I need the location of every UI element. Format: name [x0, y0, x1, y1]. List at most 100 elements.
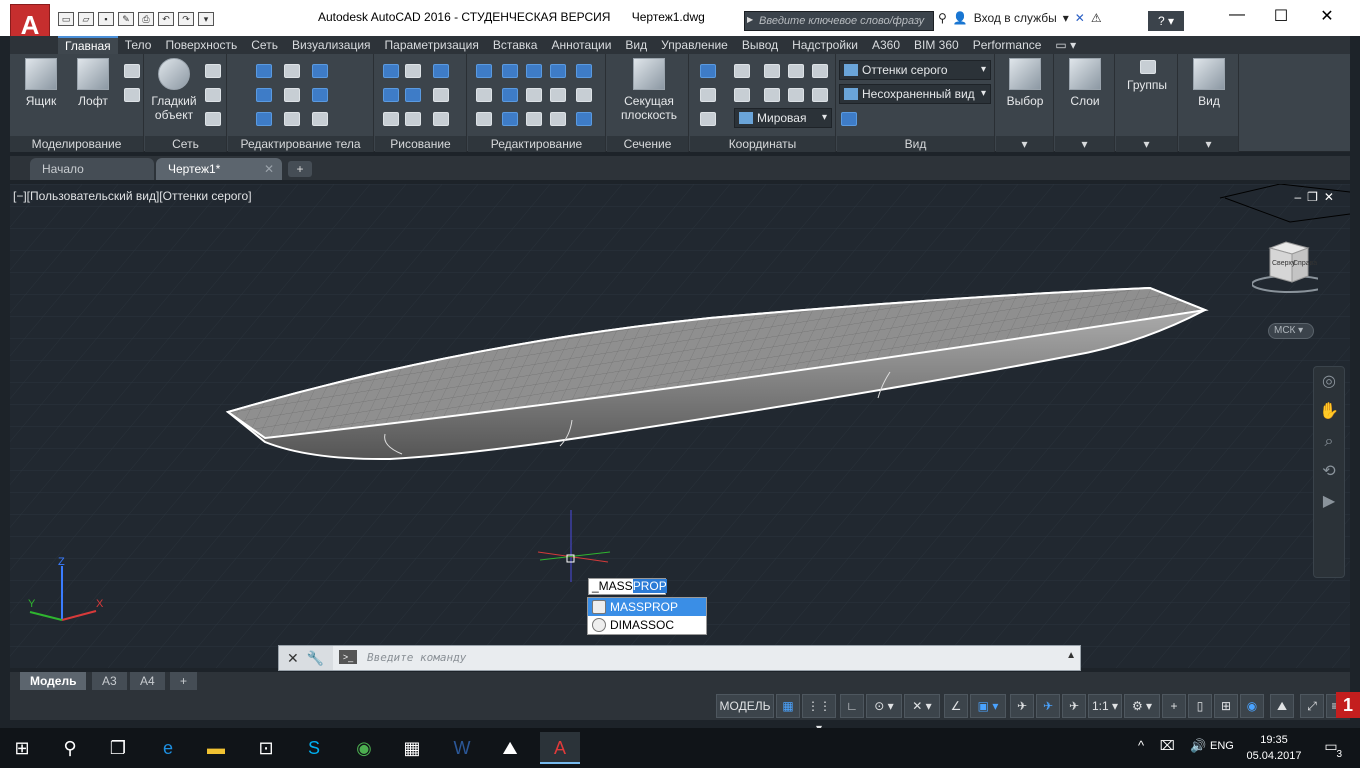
ucs-x-icon[interactable]	[788, 64, 804, 78]
viewcube-face-left[interactable]: Сверху	[1272, 260, 1295, 267]
binoculars-icon[interactable]: ⚲	[938, 11, 947, 25]
undo-icon[interactable]: ↶	[158, 12, 174, 26]
language-indicator[interactable]: ENG	[1210, 740, 1234, 752]
steering-wheel-icon[interactable]: ◎	[1314, 367, 1344, 397]
add-layout-button[interactable]: +	[170, 672, 198, 690]
line-icon[interactable]	[405, 88, 421, 102]
ucs-combo[interactable]: Мировая	[734, 108, 832, 128]
select-button[interactable]: Выбор	[998, 58, 1052, 108]
ucs-icon-toggle[interactable]	[700, 112, 716, 126]
chrome-icon[interactable]: ◉	[344, 732, 384, 764]
word-icon[interactable]: W	[442, 732, 482, 764]
fillet-icon[interactable]	[476, 88, 492, 102]
array-icon[interactable]	[576, 64, 592, 78]
pan-icon[interactable]: ✋	[1314, 397, 1344, 427]
move-icon[interactable]	[526, 64, 542, 78]
ribbon-minimize-icon[interactable]: ▭ ▾	[1048, 36, 1083, 54]
tab-manage[interactable]: Управление	[654, 36, 735, 54]
task-view-icon[interactable]: ❐	[98, 732, 138, 764]
qat-dropdown-icon[interactable]: ▾	[198, 12, 214, 26]
rotate3d-icon[interactable]	[502, 64, 518, 78]
view-dropdown-icon[interactable]: ▾	[1179, 136, 1238, 152]
clean-screen-icon[interactable]: ⤢	[1300, 694, 1324, 718]
thicken-icon[interactable]	[284, 112, 300, 126]
rotate-icon[interactable]	[526, 88, 542, 102]
quick-properties-icon[interactable]: ⊞	[1214, 694, 1238, 718]
ortho-toggle-icon[interactable]: ∟	[840, 694, 864, 718]
exchange-icon[interactable]: ✕	[1075, 11, 1085, 25]
ucs-icon[interactable]	[700, 64, 716, 78]
slice-icon[interactable]	[284, 88, 300, 102]
tab-layout-a4[interactable]: A4	[130, 672, 165, 690]
intersect-icon[interactable]	[256, 112, 272, 126]
model-space-button[interactable]: МОДЕЛЬ	[716, 694, 774, 718]
spline-icon[interactable]	[383, 88, 399, 102]
tab-bim360[interactable]: BIM 360	[907, 36, 966, 54]
isometric-icon[interactable]: ✕ ▾	[904, 694, 940, 718]
new-tab-button[interactable]: +	[288, 161, 312, 177]
viewport-label[interactable]: [−][Пользовательский вид][Оттенки серого…	[13, 189, 252, 203]
panel-coordinates-label[interactable]: Координаты	[690, 136, 835, 152]
new-file-icon[interactable]: ▭	[58, 12, 74, 26]
ucs-face-icon[interactable]	[812, 88, 828, 102]
union-icon[interactable]	[256, 64, 272, 78]
helix-icon[interactable]	[405, 64, 421, 78]
autocomplete-item-massprop[interactable]: MASSPROP	[588, 598, 706, 616]
scale-dropdown[interactable]: 1:1 ▾	[1088, 694, 1122, 718]
workspace-gear-icon[interactable]: ⚙ ▾	[1124, 694, 1160, 718]
tab-mesh[interactable]: Сеть	[244, 36, 285, 54]
view-button[interactable]: Вид	[1182, 58, 1236, 108]
panel-modeling-label[interactable]: Моделирование	[10, 136, 143, 152]
help-button[interactable]: ? ▾	[1148, 11, 1184, 31]
scale-icon[interactable]	[502, 112, 518, 126]
redo-icon[interactable]: ↷	[178, 12, 194, 26]
annotation-scale-icon[interactable]: ✈	[1062, 694, 1086, 718]
arc-icon[interactable]	[433, 64, 449, 78]
search-input[interactable]: Введите ключевое слово/фразу	[744, 11, 934, 31]
smooth-object-button[interactable]: Гладкий объект	[147, 58, 201, 122]
minimize-button[interactable]: —	[1222, 6, 1252, 24]
ucs-view-icon[interactable]	[764, 88, 780, 102]
hardware-acceleration-icon[interactable]: ⛰	[1270, 694, 1294, 718]
groups-button[interactable]: Группы	[1120, 78, 1174, 92]
annotation-monitor-icon[interactable]: +	[1162, 694, 1186, 718]
tab-addins[interactable]: Надстройки	[785, 36, 865, 54]
tab-home[interactable]: Главная	[58, 36, 118, 54]
ucs-previous-icon[interactable]	[734, 88, 750, 102]
extract-edges-icon[interactable]	[284, 64, 300, 78]
tab-output[interactable]: Вывод	[735, 36, 785, 54]
signin-dropdown-icon[interactable]: ▾	[1063, 11, 1069, 25]
tab-performance[interactable]: Performance	[966, 36, 1049, 54]
calculator-icon[interactable]: ▦	[392, 732, 432, 764]
close-button[interactable]: ✕	[1312, 6, 1342, 26]
open-file-icon[interactable]: ▱	[78, 12, 94, 26]
separate-icon[interactable]	[312, 88, 328, 102]
units-icon[interactable]: ▯	[1188, 694, 1212, 718]
mesh-smooth-more-icon[interactable]	[205, 64, 221, 78]
drawing-viewport[interactable]: [−][Пользовательский вид][Оттенки серого…	[10, 184, 1350, 668]
groups-dropdown-icon[interactable]: ▾	[1116, 136, 1177, 152]
polygon-icon[interactable]	[383, 112, 399, 126]
photos-icon[interactable]: ⛰	[490, 732, 530, 764]
erase-icon[interactable]	[476, 112, 492, 126]
panel-view-label[interactable]: Вид	[837, 136, 994, 152]
tab-parametric[interactable]: Параметризация	[378, 36, 486, 54]
ucs-badge[interactable]: МСК ▾	[1268, 323, 1314, 339]
polar-tracking-icon[interactable]: ⊙ ▾	[866, 694, 902, 718]
tab-solid[interactable]: Тело	[118, 36, 159, 54]
loft-button[interactable]: Лофт	[66, 58, 120, 108]
user-icon[interactable]: 👤	[953, 11, 968, 25]
ucs-z-icon[interactable]	[788, 88, 804, 102]
dynamic-input-field[interactable]: _MASSPROP	[588, 578, 667, 595]
pdf-badge-icon[interactable]: 1	[1336, 692, 1360, 718]
box-button[interactable]: Ящик	[14, 58, 68, 108]
viewcube[interactable]: Сверху Справа	[1251, 238, 1329, 294]
windows-start-icon[interactable]: ⊞	[2, 732, 42, 764]
zoom-extents-icon[interactable]: ⌕	[1314, 427, 1344, 457]
viewcube-face-right[interactable]: Справа	[1293, 260, 1317, 267]
store-icon[interactable]: ⊡	[246, 732, 286, 764]
ucs-named-icon[interactable]	[700, 88, 716, 102]
refine-mesh-icon[interactable]	[205, 112, 221, 126]
grid-toggle-icon[interactable]: ▦	[776, 694, 800, 718]
stretch-icon[interactable]	[550, 112, 566, 126]
